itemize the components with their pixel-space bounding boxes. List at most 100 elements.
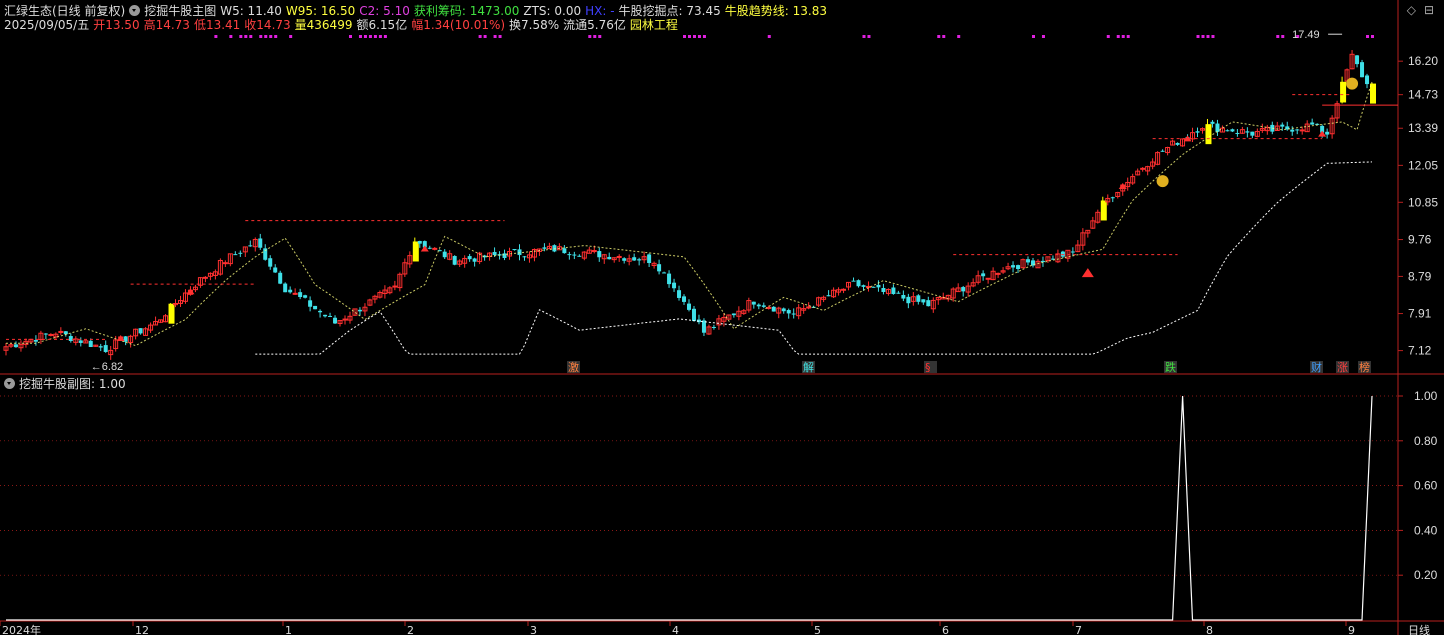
candle-body bbox=[662, 272, 667, 274]
event-label: 激 bbox=[568, 360, 579, 374]
main-chart[interactable]: 16.20 14.73 13.39 12.05 10.85 9.76 8.79 7.91 7.1… bbox=[0, 0, 1444, 635]
signal-dot bbox=[942, 35, 946, 38]
candle-body bbox=[222, 262, 228, 265]
signal-dot bbox=[249, 35, 253, 38]
candle-body bbox=[238, 252, 243, 254]
signal-dot bbox=[1211, 35, 1215, 38]
candle-body bbox=[607, 256, 612, 260]
candle-body bbox=[1360, 62, 1365, 78]
candle-body bbox=[901, 294, 906, 299]
candle-body bbox=[13, 344, 18, 348]
signal-dot bbox=[259, 35, 263, 38]
candle-body bbox=[427, 247, 432, 249]
candle-body bbox=[268, 258, 273, 267]
signal-dot bbox=[383, 35, 387, 38]
candle-body bbox=[756, 304, 761, 307]
x-tick-label: 8 bbox=[1206, 624, 1213, 635]
signal-dot bbox=[593, 35, 597, 38]
candle-body bbox=[1060, 251, 1065, 257]
candle-body bbox=[861, 285, 866, 287]
candle-body bbox=[891, 287, 896, 295]
candle-body bbox=[1365, 75, 1370, 85]
signal-triangle-icon bbox=[1081, 268, 1094, 278]
candle-body bbox=[58, 330, 64, 333]
support-dashed-line bbox=[255, 161, 1373, 355]
candle-body bbox=[313, 305, 318, 310]
period-label: 日线 bbox=[1408, 623, 1430, 635]
signal-dot bbox=[373, 35, 377, 38]
signal-dot bbox=[358, 35, 362, 38]
candle-body bbox=[303, 295, 308, 298]
candle-body bbox=[1210, 121, 1215, 124]
candle-body bbox=[138, 328, 143, 334]
signal-dot bbox=[1121, 35, 1125, 38]
candle-body bbox=[1195, 131, 1200, 133]
candle-body bbox=[677, 290, 682, 298]
candle-body bbox=[318, 310, 323, 313]
signal-dot bbox=[767, 35, 771, 38]
signal-dot bbox=[348, 35, 352, 38]
y-tick-label: 13.39 bbox=[1408, 121, 1438, 135]
candle-body bbox=[577, 255, 582, 257]
candle-body bbox=[906, 296, 911, 304]
candle-body bbox=[761, 305, 766, 307]
signal-dot bbox=[1281, 35, 1285, 38]
candle-body bbox=[328, 315, 333, 317]
candle-body bbox=[961, 287, 966, 292]
x-tick-label: 6 bbox=[942, 624, 949, 635]
candle-body bbox=[597, 251, 602, 258]
candle-body bbox=[392, 285, 398, 288]
signal-dot bbox=[683, 35, 687, 38]
candle-body bbox=[552, 245, 557, 252]
signal-dot bbox=[483, 35, 487, 38]
candle-body bbox=[258, 238, 263, 248]
signal-dot bbox=[214, 35, 218, 38]
x-tick-label: 9 bbox=[1348, 624, 1355, 635]
candle-body bbox=[1299, 129, 1305, 132]
candle-body bbox=[1016, 265, 1021, 270]
sub-y-tick-label: 0.20 bbox=[1414, 568, 1438, 582]
signal-dot bbox=[1116, 35, 1120, 38]
candle-body bbox=[1140, 167, 1146, 170]
money-bag-icon bbox=[1346, 77, 1359, 90]
signal-dot bbox=[498, 35, 502, 38]
candle-body bbox=[667, 273, 672, 285]
candle-body bbox=[452, 256, 457, 265]
signal-dot bbox=[1206, 35, 1210, 38]
signal-dot bbox=[493, 35, 497, 38]
signal-dot bbox=[264, 35, 268, 38]
signal-dot bbox=[702, 35, 706, 38]
candle-body bbox=[512, 249, 517, 251]
x-tick-label: 4 bbox=[672, 624, 679, 635]
signal-dot bbox=[1106, 35, 1110, 38]
candle-body bbox=[682, 296, 687, 302]
candle-body bbox=[1245, 131, 1250, 133]
event-label: 解 bbox=[803, 360, 814, 374]
candle-body bbox=[731, 313, 736, 316]
signal-dot bbox=[274, 35, 278, 38]
candle-body bbox=[1340, 81, 1347, 103]
candle-body bbox=[806, 306, 812, 309]
candle-body bbox=[43, 333, 48, 335]
candle-body bbox=[467, 256, 472, 260]
candle-body bbox=[68, 336, 73, 342]
candle-body bbox=[202, 276, 208, 279]
candle-body bbox=[342, 318, 348, 321]
candle-body bbox=[622, 258, 627, 261]
signal-dot bbox=[378, 35, 382, 38]
candle-body bbox=[1110, 197, 1115, 199]
signal-dot bbox=[692, 35, 696, 38]
candle-body bbox=[248, 245, 253, 247]
buy-arrow-icon bbox=[116, 334, 125, 341]
candle-body bbox=[1100, 200, 1107, 221]
candle-body bbox=[616, 255, 622, 258]
candle-body bbox=[298, 292, 303, 298]
candle-body bbox=[896, 292, 901, 294]
candle-body bbox=[1026, 259, 1031, 263]
candle-body bbox=[1160, 150, 1165, 152]
candle-body bbox=[637, 259, 642, 261]
candle-body bbox=[472, 258, 477, 262]
y-tick-label: 12.05 bbox=[1408, 158, 1438, 172]
candle-body bbox=[687, 303, 691, 310]
y-tick-label: 9.76 bbox=[1408, 233, 1432, 247]
